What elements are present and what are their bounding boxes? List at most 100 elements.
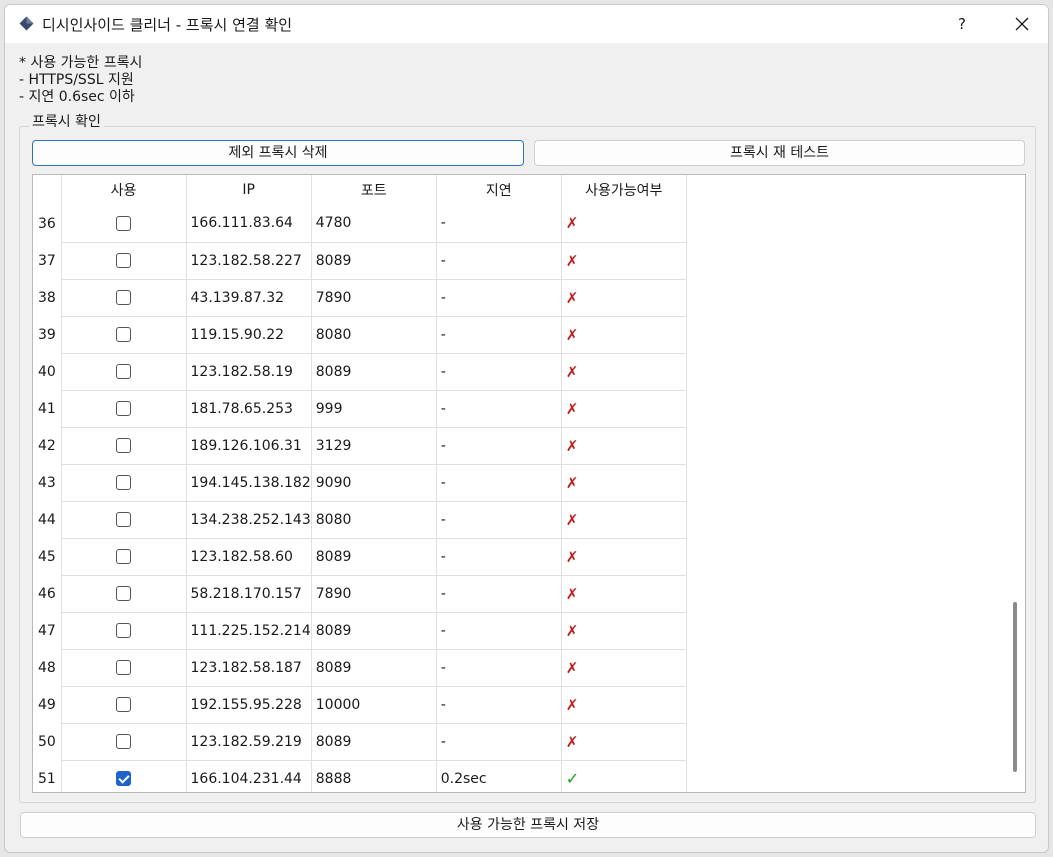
- unavailable-x-icon: ✗: [565, 399, 579, 418]
- proxy-criteria-info: * 사용 가능한 프록시 - HTTPS/SSL 지원 - 지연 0.6sec …: [19, 55, 142, 106]
- use-checkbox[interactable]: [116, 438, 131, 453]
- ip-cell: 194.145.138.182: [186, 464, 312, 502]
- table-row[interactable]: 42 189.126.106.31 3129- ✗: [33, 427, 687, 465]
- use-checkbox[interactable]: [116, 660, 131, 675]
- ip-cell: 123.182.59.219: [186, 723, 312, 761]
- proxy-table[interactable]: 사용 IP 포트 지연 사용가능여부 36 166.111.83.64 4780- ✗…: [32, 174, 1026, 793]
- use-checkbox[interactable]: [116, 215, 131, 231]
- table-row[interactable]: 47 111.225.152.214 8089- ✗: [33, 612, 687, 650]
- use-checkbox[interactable]: [116, 290, 131, 305]
- port-cell: 7890: [311, 279, 437, 317]
- use-checkbox-cell: [61, 501, 187, 539]
- delete-excluded-proxies-button[interactable]: 제외 프록시 삭제: [32, 140, 524, 166]
- close-button[interactable]: [997, 5, 1047, 43]
- table-row[interactable]: 51 166.104.231.44 8888 0.2sec ✓: [33, 760, 687, 792]
- ip-cell: 166.104.231.44: [186, 760, 312, 792]
- available-check-icon: ✓: [565, 769, 580, 788]
- use-checkbox[interactable]: [116, 734, 131, 749]
- use-checkbox-cell: [61, 575, 187, 613]
- column-header-availability[interactable]: 사용가능여부: [561, 175, 687, 205]
- ip-cell: 192.155.95.228: [186, 686, 312, 724]
- ip-cell: 123.182.58.227: [186, 242, 312, 280]
- latency-cell: -: [436, 501, 562, 539]
- use-checkbox[interactable]: [116, 549, 131, 564]
- latency-cell: -: [436, 538, 562, 576]
- use-checkbox[interactable]: [116, 586, 131, 601]
- proxy-check-dialog: 디시인사이드 클리너 - 프록시 연결 확인 ? * 사용 가능한 프록시 - …: [4, 4, 1049, 853]
- use-checkbox-cell: [61, 390, 187, 428]
- availability-cell: ✗: [561, 686, 687, 724]
- ip-cell: 58.218.170.157: [186, 575, 312, 613]
- table-row[interactable]: 40 123.182.58.19 8089- ✗: [33, 353, 687, 391]
- use-checkbox-cell: [61, 686, 187, 724]
- table-row[interactable]: 38 43.139.87.32 7890- ✗: [33, 279, 687, 317]
- availability-cell: ✗: [561, 205, 687, 243]
- port-cell: 10000: [311, 686, 437, 724]
- ip-cell: 43.139.87.32: [186, 279, 312, 317]
- retest-proxies-button[interactable]: 프록시 재 테스트: [534, 140, 1025, 166]
- use-checkbox[interactable]: [116, 401, 131, 416]
- use-checkbox-cell: [61, 612, 187, 650]
- use-checkbox-cell: [61, 649, 187, 687]
- table-row[interactable]: 36 166.111.83.64 4780- ✗: [33, 205, 687, 243]
- table-row[interactable]: 48 123.182.58.187 8089- ✗: [33, 649, 687, 687]
- use-checkbox-checked[interactable]: [116, 771, 131, 786]
- unavailable-x-icon: ✗: [565, 695, 579, 714]
- availability-cell: ✗: [561, 501, 687, 539]
- title-bar[interactable]: 디시인사이드 클리너 - 프록시 연결 확인 ?: [5, 5, 1048, 43]
- ip-cell: 181.78.65.253: [186, 390, 312, 428]
- app-diamond-icon: [19, 16, 34, 31]
- save-available-proxies-button[interactable]: 사용 가능한 프록시 저장: [20, 812, 1036, 838]
- window-title: 디시인사이드 클리너 - 프록시 연결 확인: [42, 16, 293, 34]
- table-row[interactable]: 46 58.218.170.157 7890- ✗: [33, 575, 687, 613]
- row-number: 43: [33, 464, 62, 501]
- column-header-latency[interactable]: 지연: [436, 175, 562, 205]
- use-checkbox[interactable]: [116, 512, 131, 527]
- ip-cell: 123.182.58.60: [186, 538, 312, 576]
- proxy-table-grid: 사용 IP 포트 지연 사용가능여부 36 166.111.83.64 4780- ✗…: [33, 175, 687, 792]
- latency-cell: -: [436, 686, 562, 724]
- port-cell: 8089: [311, 723, 437, 761]
- row-number: 44: [33, 501, 62, 538]
- use-checkbox-cell: [61, 205, 187, 243]
- latency-cell: -: [436, 427, 562, 465]
- use-checkbox[interactable]: [116, 623, 131, 638]
- table-row[interactable]: 49 192.155.95.228 10000- ✗: [33, 686, 687, 724]
- port-cell: 8888: [311, 760, 437, 792]
- availability-cell: ✗: [561, 390, 687, 428]
- use-checkbox[interactable]: [116, 475, 131, 490]
- help-button[interactable]: ?: [937, 5, 987, 43]
- table-row[interactable]: 45 123.182.58.60 8089- ✗: [33, 538, 687, 576]
- column-header-use[interactable]: 사용: [61, 175, 187, 205]
- table-header-row: 사용 IP 포트 지연 사용가능여부: [33, 175, 687, 205]
- latency-cell: -: [436, 575, 562, 613]
- table-row[interactable]: 43 194.145.138.182 9090- ✗: [33, 464, 687, 502]
- table-row[interactable]: 44 134.238.252.143 8080- ✗: [33, 501, 687, 539]
- column-header-ip[interactable]: IP: [186, 175, 312, 205]
- column-header-port[interactable]: 포트: [311, 175, 437, 205]
- port-cell: 8089: [311, 353, 437, 391]
- row-number: 45: [33, 538, 62, 575]
- use-checkbox[interactable]: [116, 364, 131, 379]
- table-row[interactable]: 39 119.15.90.22 8080- ✗: [33, 316, 687, 354]
- ip-cell: 166.111.83.64: [186, 205, 312, 243]
- use-checkbox[interactable]: [116, 253, 131, 268]
- port-cell: 8080: [311, 501, 437, 539]
- use-checkbox[interactable]: [116, 697, 131, 712]
- ip-cell: 123.182.58.19: [186, 353, 312, 391]
- info-line-available: * 사용 가능한 프록시: [19, 55, 143, 71]
- availability-cell: ✗: [561, 427, 687, 465]
- port-cell: 8080: [311, 316, 437, 354]
- row-number: 42: [33, 427, 62, 464]
- group-title: 프록시 확인: [29, 111, 104, 131]
- latency-cell: -: [436, 612, 562, 650]
- table-row[interactable]: 50 123.182.59.219 8089- ✗: [33, 723, 687, 761]
- row-number: 50: [33, 723, 62, 760]
- vertical-scrollbar-thumb[interactable]: [1013, 602, 1017, 772]
- unavailable-x-icon: ✗: [565, 251, 579, 270]
- use-checkbox[interactable]: [116, 327, 131, 342]
- table-row[interactable]: 41 181.78.65.253 999- ✗: [33, 390, 687, 428]
- latency-cell: -: [436, 205, 562, 243]
- table-row[interactable]: 37 123.182.58.227 8089- ✗: [33, 242, 687, 280]
- port-cell: 9090: [311, 464, 437, 502]
